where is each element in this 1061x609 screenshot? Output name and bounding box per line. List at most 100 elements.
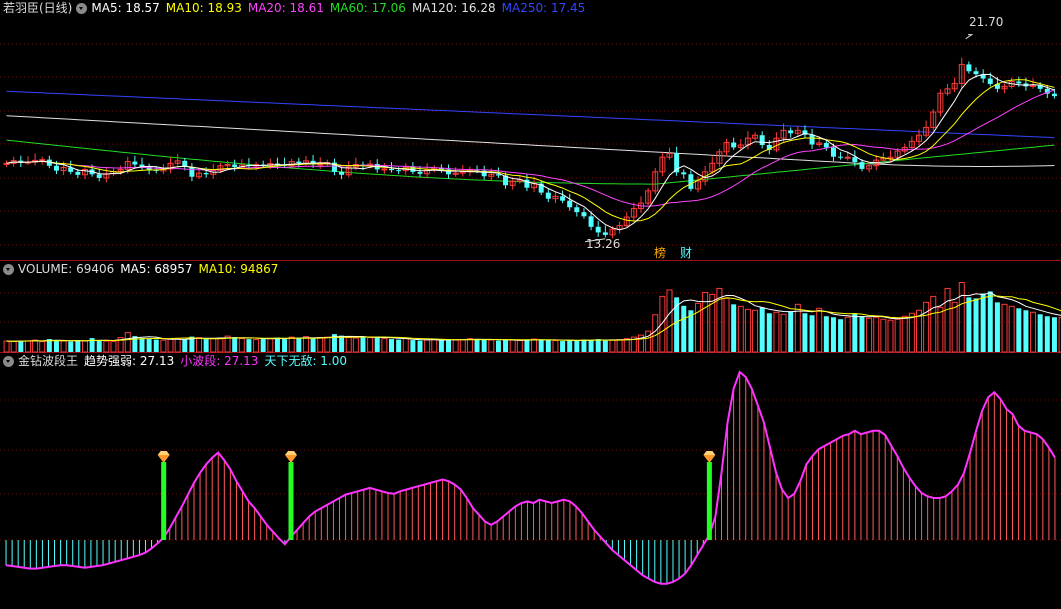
volume-bar (474, 339, 480, 352)
volume-bar (324, 336, 331, 353)
chart-canvas (0, 34, 1061, 585)
volume-bar (339, 335, 345, 352)
candle-body (823, 143, 829, 148)
candle-body (1016, 81, 1022, 84)
candle-body (731, 142, 737, 148)
indicator-title: 金钻波段王 (18, 354, 79, 368)
volume-bar (1008, 305, 1015, 353)
finance-tag[interactable]: 财 (680, 244, 692, 261)
candle-body (232, 164, 238, 167)
volume-bar (574, 340, 580, 352)
volume-bar (1044, 316, 1050, 352)
chevron-down-icon[interactable] (76, 2, 88, 14)
volume-bar (146, 339, 152, 352)
candle-body (844, 156, 851, 159)
volume-bar (1030, 311, 1037, 353)
candle-body (809, 134, 815, 145)
volume-bar (723, 297, 730, 353)
volume-bar (3, 340, 10, 353)
volume-bar (788, 311, 794, 352)
candle-body (830, 147, 836, 157)
candle-body (788, 130, 794, 134)
buy-signal-bar (288, 462, 294, 540)
volume-bar (267, 338, 274, 353)
volume-bar (880, 318, 887, 353)
volume-bar (759, 307, 765, 352)
volume-bar (951, 301, 958, 353)
volume-bar (602, 340, 608, 352)
volume-bar (1051, 317, 1057, 352)
volume-bar (488, 339, 495, 353)
chevron-down-icon[interactable] (3, 263, 14, 275)
candle-body (417, 171, 423, 174)
volume-bar (731, 304, 737, 352)
volume-bar (516, 340, 523, 353)
diamond-icon (703, 451, 716, 455)
volume-bar (174, 338, 181, 353)
candle-body (574, 207, 580, 213)
ma120-label: MA120: 16.28 (411, 1, 496, 15)
volume-bar (282, 339, 288, 352)
candle-body (189, 166, 195, 177)
volume-bar (737, 305, 744, 353)
candle-body (681, 172, 687, 175)
candle-body (39, 159, 46, 162)
candle-body (389, 168, 394, 171)
volume-bar (552, 340, 559, 353)
ma5-label: MA5: 18.57 (91, 1, 160, 15)
ma10-label: MA10: 18.93 (165, 1, 242, 15)
volume-bar (75, 340, 81, 352)
candle-body (688, 174, 694, 189)
volume-bar (232, 337, 238, 352)
candle-body (567, 200, 573, 208)
volume-bar (609, 339, 616, 353)
volume-bar (809, 315, 815, 352)
volume-bar (659, 295, 666, 353)
volume-bar (1001, 303, 1008, 353)
candle-body (53, 165, 59, 171)
ma250-label: MA250: 17.45 (501, 1, 586, 15)
buy-signal-bar (706, 462, 712, 540)
candle-body (396, 170, 402, 172)
volume-bar (908, 312, 915, 353)
volume-bar (110, 341, 117, 353)
volume-bar (652, 314, 659, 353)
ranking-tag[interactable]: 榜 (654, 244, 666, 261)
volume-bar (352, 337, 359, 353)
volume-bar (994, 302, 1000, 352)
volume-bar (360, 337, 366, 352)
volume-bar (374, 336, 380, 352)
candle-body (852, 157, 858, 163)
diamond-icon (285, 451, 298, 455)
volume-bar (396, 339, 402, 352)
candle-body (96, 174, 102, 178)
volume-bar (980, 293, 986, 352)
volume-bar (139, 338, 145, 352)
volume-bar (830, 317, 836, 352)
volume-bar (595, 339, 601, 352)
volume-bar (288, 336, 295, 353)
volume-bar (32, 339, 39, 353)
chevron-down-icon[interactable] (3, 355, 14, 367)
candle-body (381, 168, 388, 171)
volume-bar (153, 339, 159, 352)
diamond-icon (703, 455, 716, 463)
high-pointer (965, 34, 974, 40)
volume-bar (567, 340, 573, 352)
volume-bar (18, 340, 24, 352)
volume-bar (317, 337, 324, 353)
candle-body (859, 162, 865, 169)
volume-bar (666, 289, 673, 353)
volume-bar (253, 339, 260, 353)
volume-bar (581, 339, 587, 352)
volume-label: VOLUME: 69406 (18, 262, 115, 276)
volume-bar (923, 301, 930, 353)
candle-body (966, 64, 972, 72)
invincible-label: 天下无敌: 1.00 (264, 354, 348, 368)
volume-bar (438, 340, 444, 352)
candle-body (602, 232, 608, 235)
volume-bar (246, 339, 252, 352)
volume-bar (944, 287, 951, 353)
volume-bar (1016, 308, 1022, 352)
volume-bar (838, 319, 844, 352)
